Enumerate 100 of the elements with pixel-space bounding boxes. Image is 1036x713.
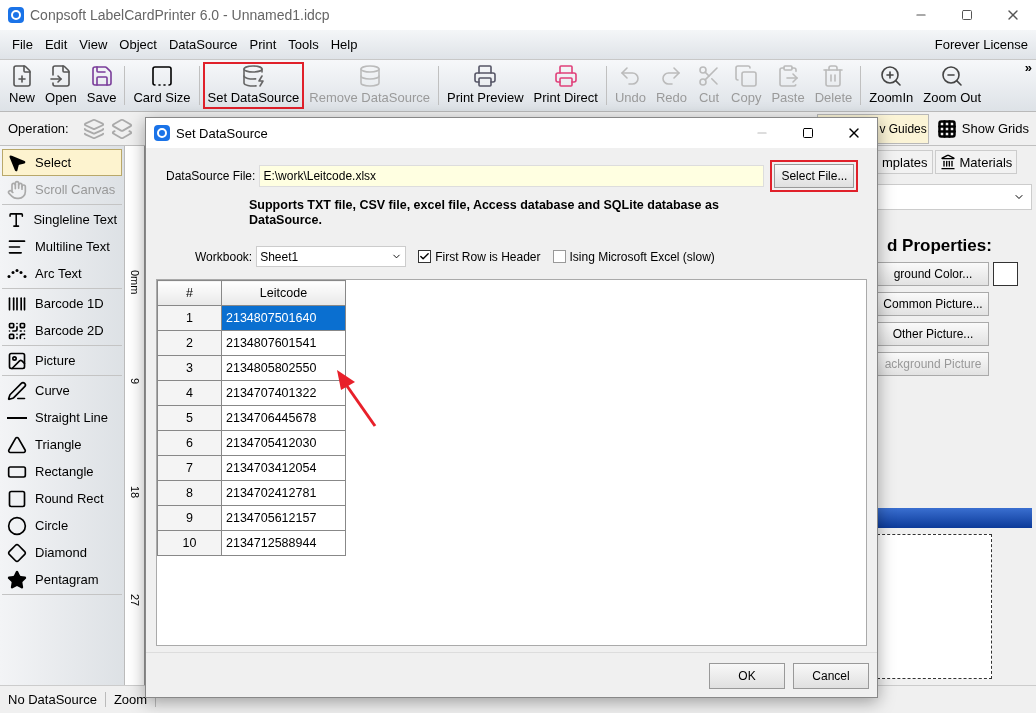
status-text: No DataSource — [0, 692, 106, 707]
pen-icon — [7, 380, 27, 401]
line-icon — [7, 416, 27, 419]
tool-item[interactable]: Multiline Text — [2, 233, 122, 260]
menu-item[interactable]: Edit — [38, 37, 74, 52]
table-cell[interactable]: 2134706445678 — [221, 405, 346, 431]
menu-item[interactable]: Print — [243, 37, 283, 52]
tool-item[interactable]: Barcode 1D — [2, 290, 122, 317]
app-logo-icon — [8, 7, 24, 23]
tool-item[interactable]: Straight Line — [2, 404, 122, 431]
overflow-button[interactable]: » — [1024, 60, 1032, 75]
tool-item[interactable]: Arc Text — [2, 260, 122, 287]
table-cell[interactable]: 2134705612157 — [221, 505, 346, 531]
table-cell[interactable]: 2134705412030 — [221, 430, 346, 456]
circle-icon — [7, 515, 27, 536]
panel-tab[interactable]: mplates — [877, 150, 933, 174]
table-cell[interactable]: 2134807601541 — [221, 330, 346, 356]
toolbar-button[interactable]: Print Direct — [528, 62, 603, 109]
table-cell[interactable]: 2134807501640 — [221, 305, 346, 331]
database-icon — [357, 64, 382, 88]
workbook-select[interactable]: Sheet1 — [256, 246, 407, 267]
row-number[interactable]: 1 — [157, 305, 222, 331]
window-title: Conpsoft LabelCardPrinter 6.0 - Unnamed1.idcp — [30, 7, 331, 23]
checkbox[interactable] — [418, 250, 432, 263]
property-button[interactable]: Common Picture... — [877, 292, 989, 316]
tool-item[interactable]: Triangle — [2, 431, 122, 458]
property-button[interactable]: Other Picture... — [877, 322, 989, 346]
menu-item[interactable]: DataSource — [162, 37, 244, 52]
row-number[interactable]: 10 — [157, 530, 222, 556]
color-swatch[interactable] — [993, 262, 1018, 286]
section-heading: d Properties: — [886, 236, 993, 256]
layers-icon[interactable] — [110, 117, 133, 140]
card-size-icon — [150, 64, 174, 88]
hand-icon — [7, 179, 27, 200]
row-number[interactable]: 8 — [157, 480, 222, 506]
menu-item[interactable]: Tools — [282, 37, 325, 52]
toolbar-button[interactable]: Set DataSource — [202, 62, 305, 109]
tool-item[interactable]: Picture — [2, 347, 122, 374]
table-cell[interactable]: 2134703412054 — [221, 455, 346, 481]
printer-icon — [553, 64, 578, 88]
dialog-title: Set DataSource — [176, 125, 269, 141]
row-number[interactable]: 9 — [157, 505, 222, 531]
format-note: Supports TXT file, CSV file, excel file, Access database and SQLite database as DataSource. — [248, 198, 720, 228]
tool-item[interactable]: Select — [2, 149, 122, 176]
toolbar-button[interactable]: Save — [81, 62, 122, 109]
tool-item[interactable]: Rectangle — [2, 458, 122, 485]
row-number[interactable]: 3 — [157, 355, 222, 381]
image-icon — [7, 350, 27, 371]
template-dropdown[interactable] — [877, 184, 1032, 210]
toolbar-button[interactable]: Zoom Out — [918, 62, 987, 109]
maximize-icon — [802, 127, 814, 139]
ruler-label: 27 — [129, 594, 141, 609]
menu-item[interactable]: Object — [113, 37, 163, 52]
tool-item[interactable]: Round Rect — [2, 485, 122, 512]
column-header: Leitcode — [221, 280, 346, 306]
grids-toggle[interactable]: Show Grids — [931, 113, 1034, 144]
tool-item[interactable]: Pentagram — [2, 566, 122, 593]
trash-icon — [821, 64, 846, 88]
table-cell[interactable]: 2134702412781 — [221, 480, 346, 506]
table-cell[interactable]: 2134712588944 — [221, 530, 346, 556]
landmark-icon — [939, 154, 956, 170]
menu-item[interactable]: Help — [324, 37, 364, 52]
toolbar-button[interactable]: Card Size — [128, 62, 196, 109]
diamond-icon — [7, 542, 27, 563]
arc-text-icon — [7, 269, 27, 278]
select-file-button[interactable]: Select File... — [774, 164, 855, 188]
field-label: Workbook: — [195, 249, 253, 264]
save-icon — [89, 64, 114, 88]
row-number[interactable]: 6 — [157, 430, 222, 456]
row-number[interactable]: 7 — [157, 455, 222, 481]
property-button[interactable]: ground Color... — [877, 262, 989, 286]
license-label: Forever License — [934, 37, 1029, 52]
open-file-icon — [48, 64, 73, 88]
arrow-annotation — [337, 370, 377, 427]
file-path-field[interactable]: E:\work\Leitcode.xlsx — [259, 165, 765, 187]
toolbar-button[interactable]: New — [4, 62, 40, 109]
column-header: # — [157, 280, 222, 306]
tool-item[interactable]: Circle — [2, 512, 122, 539]
menu-item[interactable]: View — [73, 37, 114, 52]
toolbar-button[interactable]: Print Preview — [442, 62, 529, 109]
new-file-icon — [10, 64, 34, 88]
tool-item[interactable]: Curve — [2, 377, 122, 404]
paste-icon — [776, 64, 800, 88]
toolbar-button[interactable]: ZoomIn — [864, 62, 919, 109]
panel-tab[interactable]: Materials — [934, 150, 1018, 174]
row-number[interactable]: 4 — [157, 380, 222, 406]
database-icon — [241, 64, 266, 88]
toolbar-button[interactable]: Open — [40, 62, 82, 109]
cancel-button[interactable]: Cancel — [793, 663, 869, 689]
tool-item[interactable]: Diamond — [2, 539, 122, 566]
menu-item[interactable]: File — [6, 37, 39, 52]
ok-button[interactable]: OK — [709, 663, 785, 689]
row-number[interactable]: 5 — [157, 405, 222, 431]
layers-icon[interactable] — [82, 117, 105, 140]
operation-label: Operation: — [8, 121, 69, 136]
checkbox[interactable] — [552, 250, 566, 263]
row-number[interactable]: 2 — [157, 330, 222, 356]
app-logo-icon — [154, 125, 170, 141]
tool-item[interactable]: Singleline Text — [2, 206, 122, 233]
tool-item[interactable]: Barcode 2D — [2, 317, 122, 344]
